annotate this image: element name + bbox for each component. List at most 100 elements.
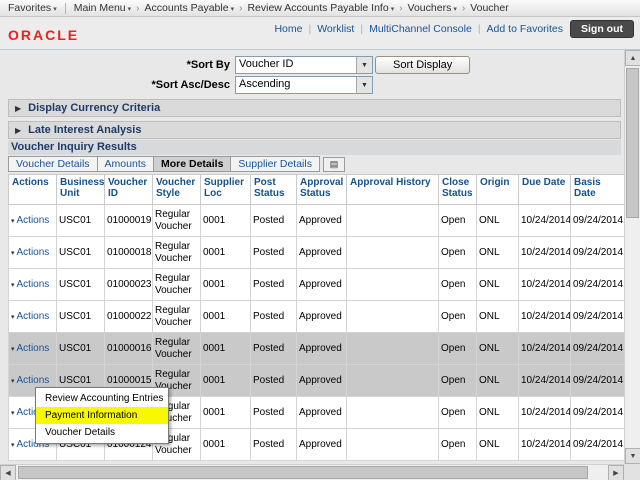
tab-supplier-details[interactable]: Supplier Details <box>230 156 320 172</box>
sort-by-label: *Sort By <box>0 59 230 71</box>
horizontal-scrollbar[interactable]: ◀ ▶ <box>0 464 624 480</box>
scroll-down-button[interactable]: ▼ <box>625 448 640 464</box>
cell-business-unit: USC01 <box>57 333 105 365</box>
scroll-up-button[interactable]: ▲ <box>625 50 640 66</box>
tab-more-details[interactable]: More Details <box>153 156 231 172</box>
utility-links: Home|Worklist|MultiChannel Console|Add t… <box>274 23 563 35</box>
column-header-basis-date: Basis Date <box>571 175 625 205</box>
cell-basis-date: 09/24/2014 <box>571 333 625 365</box>
tab-amounts[interactable]: Amounts <box>97 156 154 172</box>
breadcrumb-divider <box>65 3 66 14</box>
sort-asc-desc-select[interactable]: Ascending ▼ <box>235 76 373 94</box>
utility-link-multichannel-console[interactable]: MultiChannel Console <box>369 23 472 35</box>
cell-post-status: Posted <box>251 365 297 397</box>
breadcrumb-item-main-menu[interactable]: Main Menu▾ <box>74 2 131 14</box>
cell-approval-history <box>347 365 439 397</box>
cell-voucher-id: 01000022 <box>105 301 153 333</box>
cell-origin: ONL <box>477 269 519 301</box>
cell-supplier-loc: 0001 <box>201 397 251 429</box>
sign-out-button[interactable]: Sign out <box>570 20 634 38</box>
header-bar: Home|Worklist|MultiChannel Console|Add t… <box>0 17 640 50</box>
cell-origin: ONL <box>477 301 519 333</box>
cell-approval-status: Approved <box>297 301 347 333</box>
cell-approval-history <box>347 429 439 461</box>
cell-close-status: Open <box>439 205 477 237</box>
utility-link-add-to-favorites[interactable]: Add to Favorites <box>487 23 563 35</box>
utility-link-worklist[interactable]: Worklist <box>317 23 354 35</box>
row-actions-link[interactable]: ▾Actions <box>11 343 49 354</box>
dropdown-arrow-icon: ▼ <box>356 77 372 93</box>
cell-post-status: Posted <box>251 237 297 269</box>
cell-basis-date: 09/24/2014 <box>571 429 625 461</box>
show-all-columns-icon[interactable]: ▤ <box>323 157 345 172</box>
cell-origin: ONL <box>477 237 519 269</box>
row-actions-link[interactable]: ▾Actions <box>11 247 49 258</box>
tab-voucher-details[interactable]: Voucher Details <box>8 156 98 172</box>
cell-close-status: Open <box>439 237 477 269</box>
row-actions-link[interactable]: ▾Actions <box>11 311 49 322</box>
vertical-scroll-thumb[interactable] <box>626 68 639 218</box>
cell-approval-history <box>347 237 439 269</box>
chevron-down-icon: ▾ <box>53 6 57 13</box>
cell-due-date: 10/24/2014 <box>519 205 571 237</box>
cell-actions: ▾Actions <box>9 269 57 301</box>
cell-due-date: 10/24/2014 <box>519 301 571 333</box>
sort-by-value: Voucher ID <box>236 57 356 73</box>
actions-caret-icon: ▾ <box>11 282 15 289</box>
actions-caret-icon: ▾ <box>11 410 15 417</box>
cell-due-date: 10/24/2014 <box>519 365 571 397</box>
scroll-left-button[interactable]: ◀ <box>0 465 16 480</box>
cell-voucher-style: Regular Voucher <box>153 269 201 301</box>
sort-display-button[interactable]: Sort Display <box>375 56 470 74</box>
breadcrumb-item-favorites[interactable]: Favorites▾ <box>8 2 57 14</box>
menu-item-payment-information[interactable]: Payment Information <box>36 407 168 424</box>
column-header-close-status: Close Status <box>439 175 477 205</box>
cell-business-unit: USC01 <box>57 205 105 237</box>
cell-basis-date: 09/24/2014 <box>571 269 625 301</box>
expand-arrow-icon: ▶ <box>15 104 21 113</box>
actions-caret-icon: ▾ <box>11 442 15 449</box>
row-actions-link[interactable]: ▾Actions <box>11 375 49 386</box>
actions-caret-icon: ▾ <box>11 250 15 257</box>
section-display-currency-criteria[interactable]: ▶ Display Currency Criteria <box>8 99 621 117</box>
cell-due-date: 10/24/2014 <box>519 397 571 429</box>
cell-supplier-loc: 0001 <box>201 301 251 333</box>
menu-item-review-accounting-entries[interactable]: Review Accounting Entries <box>36 390 168 407</box>
cell-close-status: Open <box>439 269 477 301</box>
menu-item-voucher-details[interactable]: Voucher Details <box>36 424 168 441</box>
breadcrumb-item-accounts-payable[interactable]: Accounts Payable▾ <box>145 2 235 14</box>
column-header-business-unit: Business Unit <box>57 175 105 205</box>
column-header-due-date: Due Date <box>519 175 571 205</box>
breadcrumb-item-vouchers[interactable]: Vouchers▾ <box>408 2 457 14</box>
sort-asc-row: *Sort Asc/Desc Ascending ▼ <box>0 76 373 94</box>
row-actions-link[interactable]: ▾Actions <box>11 215 49 226</box>
scroll-right-button[interactable]: ▶ <box>608 465 624 480</box>
utility-nav: Home|Worklist|MultiChannel Console|Add t… <box>274 20 634 38</box>
table-row: ▾ActionsUSC0101000018Regular Voucher0001… <box>9 237 625 269</box>
section-late-interest-analysis[interactable]: ▶ Late Interest Analysis <box>8 121 621 139</box>
horizontal-scroll-thumb[interactable] <box>18 466 588 479</box>
breadcrumb-bar: Favorites▾Main Menu▾›Accounts Payable▾›R… <box>0 0 640 17</box>
cell-post-status: Posted <box>251 205 297 237</box>
cell-approval-status: Approved <box>297 429 347 461</box>
breadcrumb-separator-icon: › <box>136 3 139 14</box>
column-header-voucher-id: Voucher ID <box>105 175 153 205</box>
cell-actions: ▾Actions <box>9 237 57 269</box>
cell-voucher-style: Regular Voucher <box>153 205 201 237</box>
cell-close-status: Open <box>439 301 477 333</box>
breadcrumb-item-voucher[interactable]: Voucher <box>470 2 509 14</box>
vertical-scrollbar[interactable]: ▲ ▼ <box>624 50 640 464</box>
cell-supplier-loc: 0001 <box>201 365 251 397</box>
breadcrumb-item-review-accounts-payable-info[interactable]: Review Accounts Payable Info▾ <box>247 2 394 14</box>
link-separator: | <box>360 23 363 35</box>
column-header-actions: Actions <box>9 175 57 205</box>
row-actions-link[interactable]: ▾Actions <box>11 279 49 290</box>
cell-approval-history <box>347 397 439 429</box>
utility-link-home[interactable]: Home <box>274 23 302 35</box>
sort-by-select[interactable]: Voucher ID ▼ <box>235 56 373 74</box>
cell-close-status: Open <box>439 365 477 397</box>
column-header-approval-status: Approval Status <box>297 175 347 205</box>
cell-voucher-id: 01000019 <box>105 205 153 237</box>
cell-actions: ▾Actions <box>9 301 57 333</box>
column-header-voucher-style: Voucher Style <box>153 175 201 205</box>
